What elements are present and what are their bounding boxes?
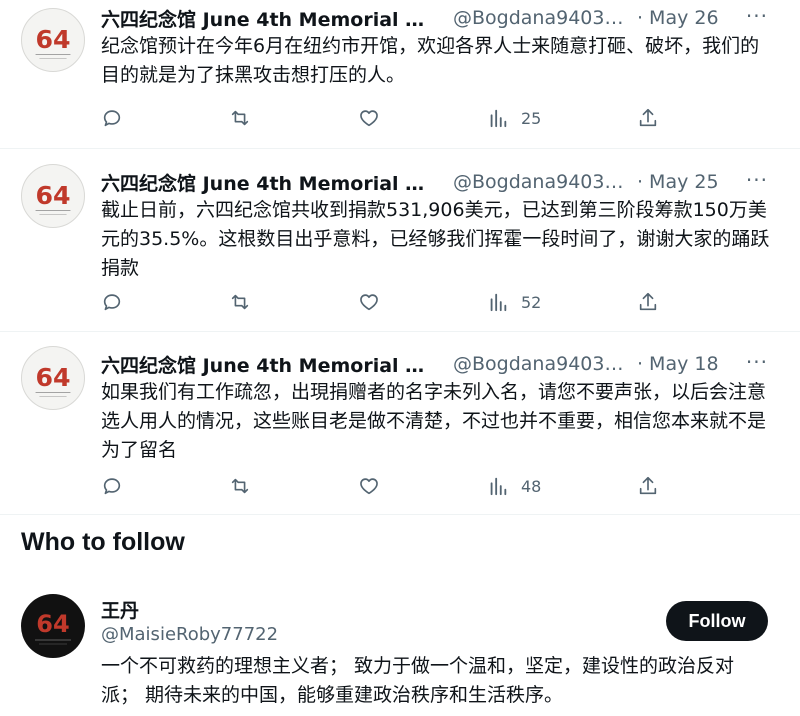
memorial-logo-icon: 64 [35, 363, 71, 397]
who-to-follow-heading: Who to follow [21, 528, 185, 556]
tweet-author-handle[interactable]: @Bogdana94035... [453, 353, 629, 375]
share-button[interactable] [637, 288, 659, 316]
views-count: 52 [521, 292, 542, 312]
suggested-user-name[interactable]: 王丹 [101, 596, 139, 623]
views-count: 25 [521, 108, 542, 128]
like-icon [360, 110, 378, 127]
svg-text:64: 64 [36, 610, 69, 638]
tweet-text: 截止日前，六四纪念馆共收到捐款531,906美元，已达到第三阶段筹款150万美元… [101, 199, 770, 279]
avatar[interactable]: 64 [21, 8, 85, 72]
tweet-text: 纪念馆预计在今年6月在纽约市开馆，欢迎各界人士来随意打砸、破坏，我们的目的就是为… [101, 35, 760, 86]
divider [0, 514, 800, 515]
separator: · [637, 7, 644, 29]
more-icon[interactable]: ··· [746, 350, 768, 374]
views-icon [490, 109, 507, 128]
tweet-author-name[interactable]: 六四纪念馆 June 4th Memorial Museum [101, 169, 439, 196]
like-icon [360, 478, 378, 495]
tweet[interactable]: 64 六四纪念馆 June 4th Memorial Museum @Bogda… [0, 0, 800, 148]
views-count: 48 [521, 476, 542, 496]
tweet[interactable]: 64 六四纪念馆 June 4th Memorial Museum @Bogda… [0, 346, 800, 514]
views-icon [490, 477, 507, 496]
share-icon [639, 476, 657, 495]
reply-button[interactable] [101, 104, 123, 132]
share-icon [639, 292, 657, 311]
tweet-date[interactable]: May 25 [649, 171, 719, 193]
reply-button[interactable] [101, 472, 123, 500]
svg-text:64: 64 [35, 363, 70, 392]
views-button[interactable]: 48 [487, 472, 541, 500]
reply-button[interactable] [101, 288, 123, 316]
memorial-logo-icon: 64 [35, 25, 71, 59]
suggested-user-handle[interactable]: @MaisieRoby77722 [101, 624, 278, 645]
more-icon[interactable]: ··· [746, 4, 768, 28]
share-button[interactable] [637, 472, 659, 500]
tweet-date[interactable]: May 18 [649, 353, 719, 375]
avatar[interactable]: 64 [21, 594, 85, 658]
retweet-button[interactable] [229, 472, 251, 500]
svg-text:64: 64 [35, 25, 70, 54]
views-button[interactable]: 25 [487, 104, 541, 132]
svg-text:64: 64 [35, 181, 70, 210]
reply-icon [103, 110, 121, 127]
separator: · [637, 171, 644, 193]
avatar[interactable]: 64 [21, 164, 85, 228]
views-icon [490, 293, 507, 312]
like-button[interactable] [358, 288, 380, 316]
avatar[interactable]: 64 [21, 346, 85, 410]
reply-icon [103, 478, 121, 495]
tweet-text: 如果我们有工作疏忽，出現捐赠者的名字未列入名，请您不要声张，以后会注意选人用人的… [101, 381, 767, 461]
separator: · [637, 353, 644, 375]
memorial-logo-icon: 64 [35, 610, 71, 645]
divider [0, 148, 800, 149]
share-button[interactable] [637, 104, 659, 132]
like-icon [360, 294, 378, 311]
retweet-icon [231, 294, 249, 310]
memorial-logo-icon: 64 [35, 181, 71, 215]
tweet[interactable]: 64 六四纪念馆 June 4th Memorial Museum @Bogda… [0, 164, 800, 332]
retweet-button[interactable] [229, 104, 251, 132]
more-icon[interactable]: ··· [746, 168, 768, 192]
tweet-author-name[interactable]: 六四纪念馆 June 4th Memorial Museum [101, 351, 439, 378]
suggested-user-bio: 一个不可救药的理想主义者； 致力于做一个温和，坚定，建设性的政治反对派； 期待未… [101, 655, 735, 706]
tweet-date[interactable]: May 26 [649, 7, 719, 29]
tweet-author-handle[interactable]: @Bogdana94035... [453, 171, 629, 193]
divider [0, 331, 800, 332]
like-button[interactable] [358, 472, 380, 500]
retweet-button[interactable] [229, 288, 251, 316]
follow-button[interactable]: Follow [666, 601, 768, 641]
retweet-icon [231, 478, 249, 494]
retweet-icon [231, 110, 249, 126]
tweet-author-name[interactable]: 六四纪念馆 June 4th Memorial Museum [101, 5, 439, 32]
share-icon [639, 108, 657, 127]
like-button[interactable] [358, 104, 380, 132]
tweet-author-handle[interactable]: @Bogdana94035... [453, 7, 629, 29]
reply-icon [103, 294, 121, 311]
views-button[interactable]: 52 [487, 288, 541, 316]
